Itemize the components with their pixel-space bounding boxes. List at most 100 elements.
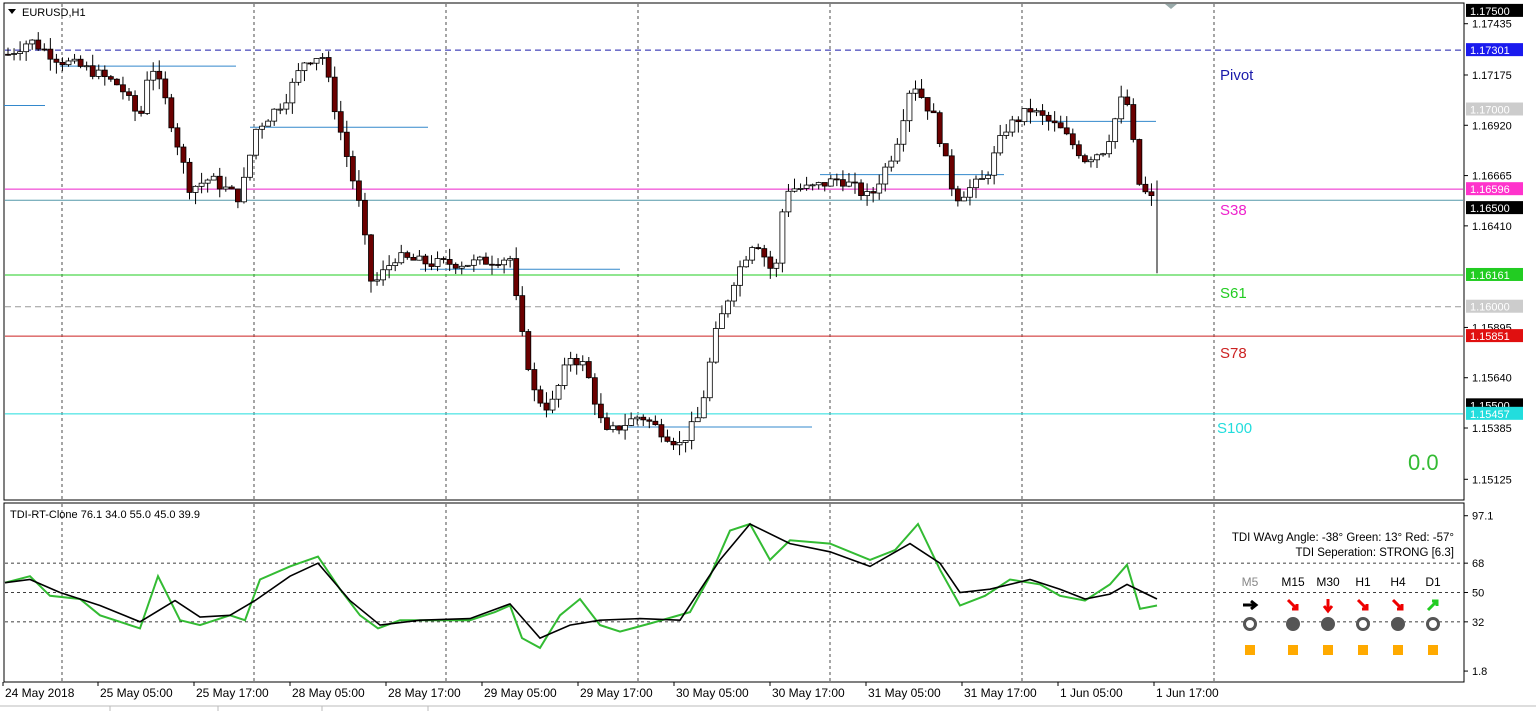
bear-candle bbox=[428, 263, 435, 267]
bull-candle bbox=[906, 92, 913, 122]
bull-candle bbox=[888, 160, 895, 168]
price-tag-label: 1.15851 bbox=[1470, 331, 1510, 343]
bull-candle bbox=[253, 128, 259, 156]
bull-candle bbox=[846, 181, 852, 187]
bull-candle bbox=[579, 361, 586, 366]
bear-candle bbox=[1069, 133, 1076, 146]
bull-candle bbox=[210, 175, 217, 181]
bull-candle bbox=[277, 108, 284, 111]
bear-candle bbox=[1027, 108, 1034, 113]
bull-candle bbox=[827, 178, 834, 187]
big-value-readout: 0.0 bbox=[1408, 450, 1439, 475]
bear-candle bbox=[1124, 96, 1131, 105]
bear-candle bbox=[833, 178, 840, 181]
bull-candle bbox=[682, 440, 689, 443]
symbol-label: EURUSD,H1 bbox=[22, 7, 86, 19]
bull-candle bbox=[1033, 110, 1040, 113]
price-tick-label: 1.16410 bbox=[1472, 221, 1512, 233]
price-tick-label: 1.16665 bbox=[1472, 171, 1512, 183]
bear-candle bbox=[162, 78, 169, 99]
time-tick-label: 30 May 05:00 bbox=[676, 686, 749, 700]
bull-candle bbox=[464, 264, 471, 267]
bear-candle bbox=[483, 256, 489, 265]
bear-candle bbox=[585, 361, 592, 379]
price-tag-label: 1.15457 bbox=[1470, 409, 1510, 421]
bull-candle bbox=[1100, 153, 1106, 156]
bear-candle bbox=[954, 188, 961, 202]
bear-candle bbox=[646, 419, 653, 422]
bull-candle bbox=[313, 58, 320, 64]
bull-candle bbox=[198, 182, 205, 187]
bear-candle bbox=[1015, 119, 1022, 123]
bull-candle bbox=[961, 196, 967, 202]
indicator-axis: 97.1 68 50 32 1.8 bbox=[1464, 511, 1493, 678]
indicator-tick-label: 32 bbox=[1472, 617, 1484, 629]
bull-candle bbox=[1094, 154, 1100, 161]
bear-candle bbox=[156, 70, 163, 80]
level-label-s61: S61 bbox=[1220, 285, 1247, 302]
bear-candle bbox=[495, 264, 501, 266]
bull-candle bbox=[259, 125, 266, 130]
time-tick-label: 31 May 17:00 bbox=[964, 686, 1037, 700]
bull-candle bbox=[749, 247, 756, 261]
time-tick-label: 29 May 17:00 bbox=[580, 686, 653, 700]
bull-candle bbox=[150, 70, 157, 81]
bull-candle bbox=[688, 421, 695, 441]
bull-candle bbox=[997, 135, 1004, 154]
bear-candle bbox=[174, 127, 181, 148]
indicator-tick-label: 50 bbox=[1472, 588, 1484, 600]
bear-candle bbox=[186, 161, 193, 193]
bear-candle bbox=[531, 369, 538, 391]
bull-candle bbox=[301, 62, 308, 72]
bull-candle bbox=[71, 58, 78, 62]
bull-candle bbox=[864, 191, 870, 196]
bear-candle bbox=[35, 39, 42, 50]
bull-candle bbox=[561, 364, 568, 386]
bull-candle bbox=[29, 39, 36, 45]
bull-candle bbox=[991, 152, 998, 176]
bull-candle bbox=[809, 184, 816, 187]
bear-candle bbox=[1142, 183, 1149, 193]
level-label-pivot: Pivot bbox=[1220, 67, 1254, 84]
bull-candle bbox=[398, 252, 405, 264]
bear-candle bbox=[1136, 139, 1143, 185]
bear-candle bbox=[1130, 104, 1137, 140]
bear-candle bbox=[591, 377, 598, 405]
time-tick-label: 25 May 17:00 bbox=[196, 686, 269, 700]
bear-candle bbox=[138, 110, 145, 114]
bear-candle bbox=[513, 258, 520, 297]
bull-candle bbox=[985, 174, 991, 179]
bull-candle bbox=[719, 313, 725, 329]
bear-candle bbox=[755, 247, 762, 249]
bull-candle bbox=[265, 120, 272, 127]
bear-candle bbox=[41, 48, 48, 51]
bear-candle bbox=[355, 180, 362, 201]
bull-candle bbox=[706, 361, 713, 399]
bull-candle bbox=[222, 186, 229, 190]
status-square-icon bbox=[1245, 645, 1255, 655]
bear-candle bbox=[368, 234, 374, 282]
time-axis: 24 May 2018 25 May 05:00 25 May 17:00 28 Ma… bbox=[2, 682, 1219, 700]
bear-candle bbox=[337, 111, 344, 133]
bear-candle bbox=[652, 420, 659, 426]
price-tag-label: 1.16500 bbox=[1470, 203, 1510, 215]
bear-candle bbox=[840, 179, 846, 187]
bull-candle bbox=[797, 188, 804, 190]
timeframe-label: M15 bbox=[1281, 575, 1305, 589]
bull-candle bbox=[295, 70, 302, 83]
bear-candle bbox=[1148, 191, 1155, 196]
chart-canvas[interactable]: 1.17435 1.17175 1.16920 1.16665 1.16410 1.158… bbox=[0, 0, 1536, 711]
bear-candle bbox=[422, 255, 429, 265]
indicator-tick-label: 1.8 bbox=[1472, 666, 1487, 678]
bear-candle bbox=[604, 417, 610, 430]
bull-candle bbox=[967, 187, 973, 198]
bull-candle bbox=[476, 256, 483, 261]
bear-candle bbox=[331, 76, 338, 113]
bear-candle bbox=[440, 258, 447, 260]
bull-candle bbox=[507, 258, 514, 261]
bull-candle bbox=[725, 300, 731, 315]
bull-candle bbox=[731, 284, 737, 302]
bull-candle bbox=[894, 143, 901, 162]
time-tick-label: 28 May 17:00 bbox=[388, 686, 461, 700]
bull-candle bbox=[416, 255, 423, 261]
